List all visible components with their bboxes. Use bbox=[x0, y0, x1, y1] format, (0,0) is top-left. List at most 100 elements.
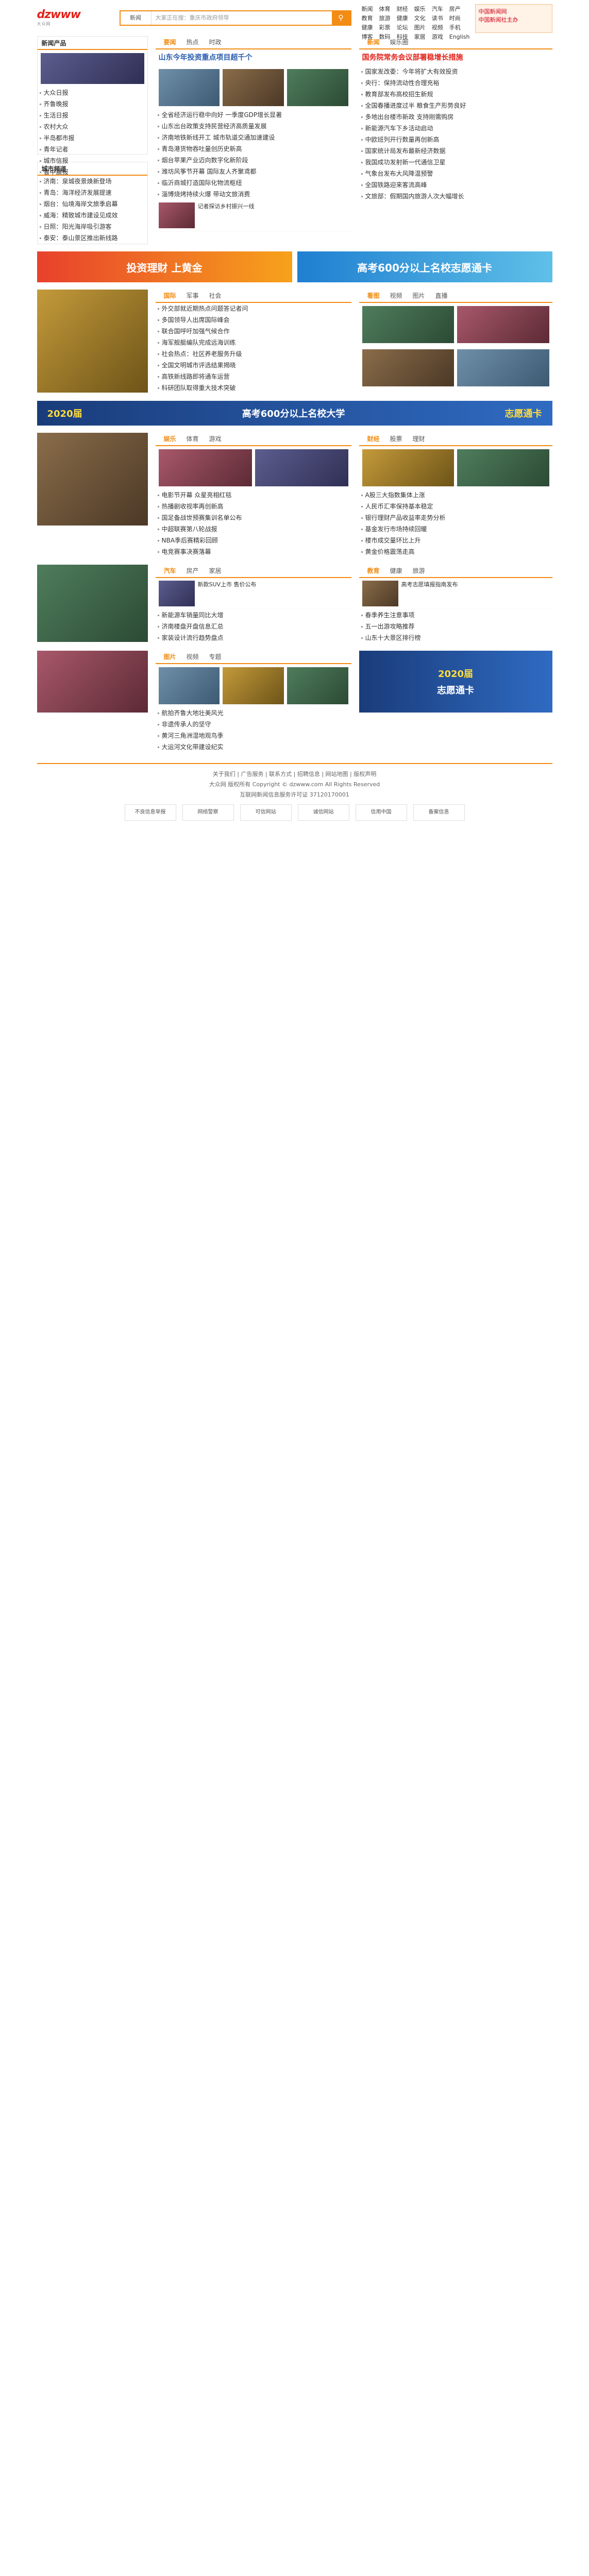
news-product-item[interactable]: 半岛都市报 bbox=[38, 132, 147, 144]
top-nav-link[interactable]: 体育 bbox=[379, 5, 397, 13]
top-nav-link[interactable]: 手机 bbox=[449, 24, 470, 31]
finance-item[interactable]: 人民币汇率保持基本稳定 bbox=[359, 501, 552, 512]
right-news-item[interactable]: 文旅部：假期国内旅游人次大幅增长 bbox=[359, 191, 552, 202]
education-item[interactable]: 山东十大景区排行榜 bbox=[359, 632, 552, 643]
top-nav-link[interactable]: 娱乐 bbox=[414, 5, 432, 13]
right-news-item[interactable]: 中欧班列开行数量再创新高 bbox=[359, 134, 552, 145]
side-photo-2[interactable] bbox=[37, 565, 148, 642]
news-product-item[interactable]: 城市信报 bbox=[38, 155, 147, 166]
main-news-item[interactable]: 全省经济运行稳中向好 一季度GDP增长显著 bbox=[156, 109, 351, 121]
finance-tab[interactable]: 理财 bbox=[408, 433, 430, 445]
international-tab[interactable]: 军事 bbox=[181, 290, 204, 302]
media-thumb-2[interactable] bbox=[457, 306, 549, 343]
main-feature-item[interactable]: 记者探访乡村振兴一线 bbox=[155, 200, 351, 231]
main-headline[interactable]: 山东今年投资重点项目超千个 bbox=[156, 49, 351, 66]
entertainment-tab[interactable]: 体育 bbox=[181, 433, 204, 445]
top-nav-link[interactable]: 游戏 bbox=[432, 33, 449, 41]
top-nav-link[interactable]: 视频 bbox=[432, 24, 449, 31]
main-news-item[interactable]: 青岛港货物吞吐量创历史新高 bbox=[156, 143, 351, 155]
top-nav-link[interactable]: 时尚 bbox=[449, 14, 470, 22]
education-item[interactable]: 春季养生注意事项 bbox=[359, 609, 552, 621]
finance-item[interactable]: 黄金价格震荡走高 bbox=[359, 546, 552, 557]
entertainment-item[interactable]: 中超联赛第八轮战报 bbox=[156, 523, 351, 535]
footer-badge[interactable]: 信用中国 bbox=[355, 804, 407, 821]
right-news-item[interactable]: 全国春播进度过半 粮食生产形势良好 bbox=[359, 100, 552, 111]
top-nav-link[interactable]: 文化 bbox=[414, 14, 432, 22]
city-item[interactable]: 泰安：泰山景区推出新线路 bbox=[38, 232, 147, 244]
entertainment-item[interactable]: 国足备战世预赛集训名单公布 bbox=[156, 512, 351, 523]
top-nav-link[interactable]: 家居 bbox=[414, 33, 432, 41]
right-news-item[interactable]: 国家统计局发布最新经济数据 bbox=[359, 145, 552, 157]
international-item[interactable]: 社会热点：社区养老服务升级 bbox=[156, 348, 351, 360]
top-nav-link[interactable]: 新闻 bbox=[362, 5, 379, 13]
right-news-item[interactable]: 国家发改委：今年将扩大有效投资 bbox=[359, 66, 552, 77]
search-input[interactable]: 大家正在搜：重庆市政府领导 bbox=[152, 11, 332, 25]
big-ad-banner[interactable]: 2020届 高考600分以上名校大学 志愿通卡 bbox=[37, 401, 552, 426]
entertainment-item[interactable]: 热播剧收视率再创新高 bbox=[156, 501, 351, 512]
products-image[interactable] bbox=[40, 53, 144, 84]
entertainment-item[interactable]: 电竞赛事决赛落幕 bbox=[156, 546, 351, 557]
right-news-item[interactable]: 多地出台楼市新政 支持刚需购房 bbox=[359, 111, 552, 123]
bottom-item[interactable]: 航拍齐鲁大地壮美风光 bbox=[156, 707, 351, 719]
top-nav-link[interactable]: 科技 bbox=[397, 33, 414, 41]
main-tab[interactable]: 时政 bbox=[204, 36, 227, 48]
top-nav-link[interactable]: 房产 bbox=[449, 5, 470, 13]
top-nav-link[interactable]: 博客 bbox=[362, 33, 379, 41]
media-tab[interactable]: 直播 bbox=[430, 290, 453, 302]
international-tab[interactable]: 社会 bbox=[204, 290, 227, 302]
right-news-item[interactable]: 我国成功发射新一代通信卫星 bbox=[359, 157, 552, 168]
side-photo-1[interactable] bbox=[37, 433, 148, 526]
entertainment-item[interactable]: NBA季后赛精彩回顾 bbox=[156, 535, 351, 546]
auto-tab[interactable]: 汽车 bbox=[159, 565, 181, 577]
fin-thumb-2[interactable] bbox=[457, 449, 549, 486]
international-item[interactable]: 海军舰艇编队完成远海训练 bbox=[156, 337, 351, 348]
education-tab[interactable]: 教育 bbox=[362, 565, 385, 577]
footer-links[interactable]: 关于我们 | 广告服务 | 联系方式 | 招聘信息 | 网站地图 | 版权声明 bbox=[37, 769, 552, 779]
main-tab[interactable]: 热点 bbox=[181, 36, 204, 48]
top-nav-link[interactable]: 教育 bbox=[362, 14, 379, 22]
auto-tab[interactable]: 家居 bbox=[204, 565, 227, 577]
city-item[interactable]: 烟台：仙境海岸文旅季启幕 bbox=[38, 198, 147, 210]
footer-badge[interactable]: 诚信网站 bbox=[297, 804, 349, 821]
header-ad[interactable]: 中国新闻网 中国新闻社主办 bbox=[475, 4, 552, 33]
bottom-tab[interactable]: 图片 bbox=[159, 651, 181, 663]
ent-thumb-2[interactable] bbox=[255, 449, 348, 486]
right-headline[interactable]: 国务院常务会议部署稳增长措施 bbox=[359, 49, 552, 66]
right-news-item[interactable]: 全国铁路迎来客流高峰 bbox=[359, 179, 552, 191]
fin-thumb-1[interactable] bbox=[362, 449, 454, 486]
auto-item[interactable]: 新能源车销量同比大增 bbox=[156, 609, 351, 621]
top-nav-link[interactable]: 汽车 bbox=[432, 5, 449, 13]
finance-item[interactable]: 基金发行市场持续回暖 bbox=[359, 523, 552, 535]
bottom-item[interactable]: 黄河三角洲湿地观鸟季 bbox=[156, 730, 351, 741]
entertainment-item[interactable]: 电影节开幕 众星亮相红毯 bbox=[156, 489, 351, 501]
media-tab[interactable]: 视频 bbox=[385, 290, 408, 302]
city-item[interactable]: 日照：阳光海岸吸引游客 bbox=[38, 221, 147, 232]
main-thumb-2[interactable] bbox=[223, 69, 284, 106]
top-nav-link[interactable]: 彩票 bbox=[379, 24, 397, 31]
right-news-item[interactable]: 央行：保持流动性合理充裕 bbox=[359, 77, 552, 89]
bottom-item[interactable]: 大运河文化带建设纪实 bbox=[156, 741, 351, 753]
bottom-tab[interactable]: 视频 bbox=[181, 651, 204, 663]
news-product-item[interactable]: 生活日报 bbox=[38, 110, 147, 121]
finance-item[interactable]: A股三大指数集体上涨 bbox=[359, 489, 552, 501]
top-nav-link[interactable]: 健康 bbox=[362, 24, 379, 31]
right-news-item[interactable]: 教育部发布高校招生新规 bbox=[359, 89, 552, 100]
right-news-item[interactable]: 新能源汽车下乡活动启动 bbox=[359, 123, 552, 134]
media-thumb-4[interactable] bbox=[457, 349, 549, 386]
media-tab[interactable]: 看图 bbox=[362, 290, 385, 302]
auto-item[interactable]: 新款SUV上市 售价公布 bbox=[155, 578, 351, 609]
international-item[interactable]: 高铁新线路即将通车运营 bbox=[156, 371, 351, 382]
main-thumb-3[interactable] bbox=[287, 69, 348, 106]
international-item[interactable]: 多国领导人出席国际峰会 bbox=[156, 314, 351, 326]
footer-badge[interactable]: 网络警察 bbox=[182, 804, 234, 821]
auto-item[interactable]: 济南楼盘开盘信息汇总 bbox=[156, 621, 351, 632]
bottom-thumb-2[interactable] bbox=[223, 667, 284, 704]
top-nav-link[interactable]: 财经 bbox=[397, 5, 414, 13]
city-item[interactable]: 威海：精致城市建设见成效 bbox=[38, 210, 147, 221]
ent-thumb-1[interactable] bbox=[158, 449, 252, 486]
education-tab[interactable]: 旅游 bbox=[408, 565, 430, 577]
media-tab[interactable]: 图片 bbox=[408, 290, 430, 302]
footer-badge[interactable]: 不良信息举报 bbox=[124, 804, 176, 821]
side-ad-block[interactable]: 2020届 志愿通卡 bbox=[359, 651, 552, 713]
search-button[interactable]: ⚲ bbox=[331, 11, 350, 25]
